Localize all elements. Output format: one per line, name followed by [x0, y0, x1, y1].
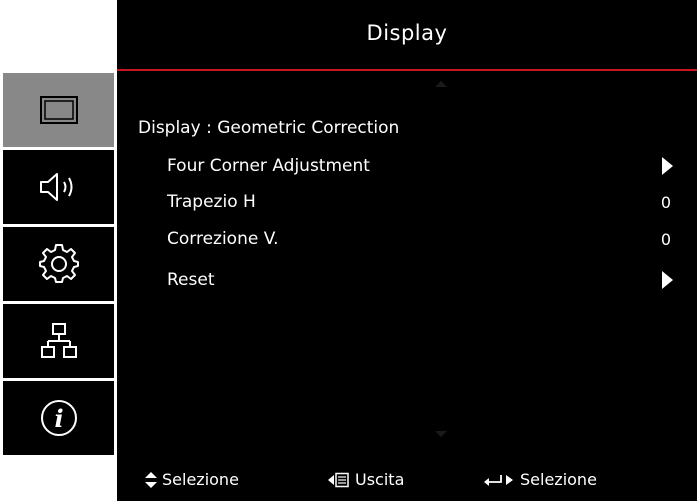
up-down-arrow-icon	[145, 471, 157, 488]
tab-info[interactable]: i	[3, 381, 114, 455]
header: Display	[117, 0, 697, 69]
tab-settings[interactable]	[3, 227, 114, 301]
hint-exit-label: Uscita	[355, 470, 405, 489]
menu-item-four-corner[interactable]: Four Corner Adjustment	[167, 152, 673, 180]
menu-item-label: Four Corner Adjustment	[167, 156, 370, 176]
hint-enter: Selezione	[483, 470, 597, 489]
menu-item-label: Correzione V.	[167, 229, 279, 249]
hint-exit: Uscita	[328, 470, 404, 489]
page-title: Display	[366, 20, 448, 45]
hint-enter-label: Selezione	[520, 470, 597, 489]
enter-arrow-icon	[484, 474, 513, 486]
menu-item-value: 0	[660, 192, 671, 212]
footer-hints: Selezione Uscita Selezione	[117, 457, 697, 501]
network-icon	[40, 323, 77, 358]
osd-screen: Display i Display: Geometric Correction…	[0, 0, 697, 501]
menu-panel: Display : Geometric Correction Four Corn…	[117, 71, 697, 457]
svg-text:i: i	[54, 404, 63, 433]
chevron-right-icon	[662, 271, 673, 289]
tab-audio[interactable]	[3, 150, 114, 224]
sidebar: i	[0, 71, 117, 457]
gear-icon	[38, 244, 79, 283]
corner-blank	[0, 0, 117, 71]
scroll-down-icon[interactable]	[435, 431, 447, 437]
display-icon	[39, 96, 78, 124]
speaker-icon	[39, 173, 72, 201]
tab-network[interactable]	[3, 304, 114, 378]
menu-item-label: Trapezio H	[167, 192, 256, 212]
menu-item-reset[interactable]: Reset	[167, 266, 673, 294]
menu-item-value: 0	[660, 229, 671, 249]
info-icon: i	[40, 400, 77, 436]
menu-item-label: Reset	[167, 270, 215, 290]
tab-display[interactable]	[3, 73, 114, 147]
menu-item-correzione-v[interactable]: Correzione V. 0	[167, 225, 671, 253]
back-menu-icon	[328, 472, 349, 487]
chevron-right-icon	[662, 157, 673, 175]
bottom-blank	[0, 457, 117, 501]
scroll-up-icon[interactable]	[435, 81, 447, 87]
hint-select: Selezione	[145, 470, 239, 489]
menu-item-trapezio-h[interactable]: Trapezio H 0	[167, 188, 671, 216]
breadcrumb: Display : Geometric Correction	[138, 118, 400, 138]
hint-select-label: Selezione	[162, 470, 239, 489]
